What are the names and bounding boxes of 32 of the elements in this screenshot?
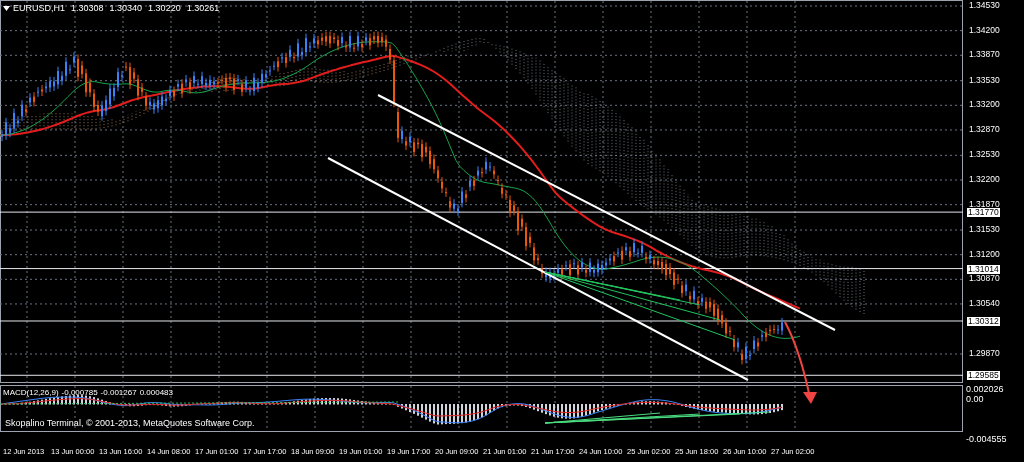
- price-axis-label: 1.32530: [969, 150, 1000, 159]
- price-value: 1.30261: [186, 2, 220, 14]
- price-value: 1.30220: [148, 2, 181, 14]
- indicator-title: MACD(12,26,9): [3, 388, 59, 398]
- price-axis-label: 1.33200: [969, 100, 1000, 109]
- price-axis-label: 1.31530: [969, 225, 1000, 234]
- indicator-axis-label: 0.002026: [966, 384, 1004, 394]
- price-axis-label: 1.30540: [969, 298, 1000, 307]
- price-axis-label: 1.31200: [969, 249, 1000, 258]
- price-value: 1.30340: [109, 2, 143, 14]
- price-axis-label: 1.31870: [969, 199, 1000, 208]
- price-level-label: 1.29585: [967, 371, 1000, 381]
- price-level-label: 1.31770: [967, 208, 1000, 218]
- price-axis-label: 1.30870: [969, 274, 1000, 283]
- price-axis-label: 1.32870: [969, 124, 1000, 133]
- price-axis-label: 1.33530: [969, 75, 1000, 84]
- price-level-label: 1.31014: [967, 264, 1000, 274]
- indicator-value: -0.000785: [61, 388, 98, 398]
- price-axis-label: 1.32200: [969, 175, 1000, 183]
- indicator-value: -0.001267: [100, 388, 137, 398]
- price-axis-label: 1.29870: [969, 349, 1000, 357]
- price-value: 1.30308: [71, 2, 104, 14]
- symbol-label: EURUSD,H1: [13, 2, 65, 14]
- price-level-label: 1.30312: [967, 317, 1000, 326]
- indicator-axis-label: 0.00: [966, 394, 984, 404]
- indicator-value: 0.000483: [139, 388, 173, 398]
- indicator-axis-label: -0.004555: [966, 434, 1007, 444]
- dropdown-icon[interactable]: [3, 5, 10, 11]
- copyright-text: Skopalino Terminal, © 2001-2013, MetaQuotes Software Corp.: [5, 418, 255, 429]
- price-axis-label: 1.34530: [969, 1, 1000, 9]
- price-axis-label: 1.34200: [969, 25, 1000, 34]
- price-axis-label: 1.33870: [969, 50, 1000, 59]
